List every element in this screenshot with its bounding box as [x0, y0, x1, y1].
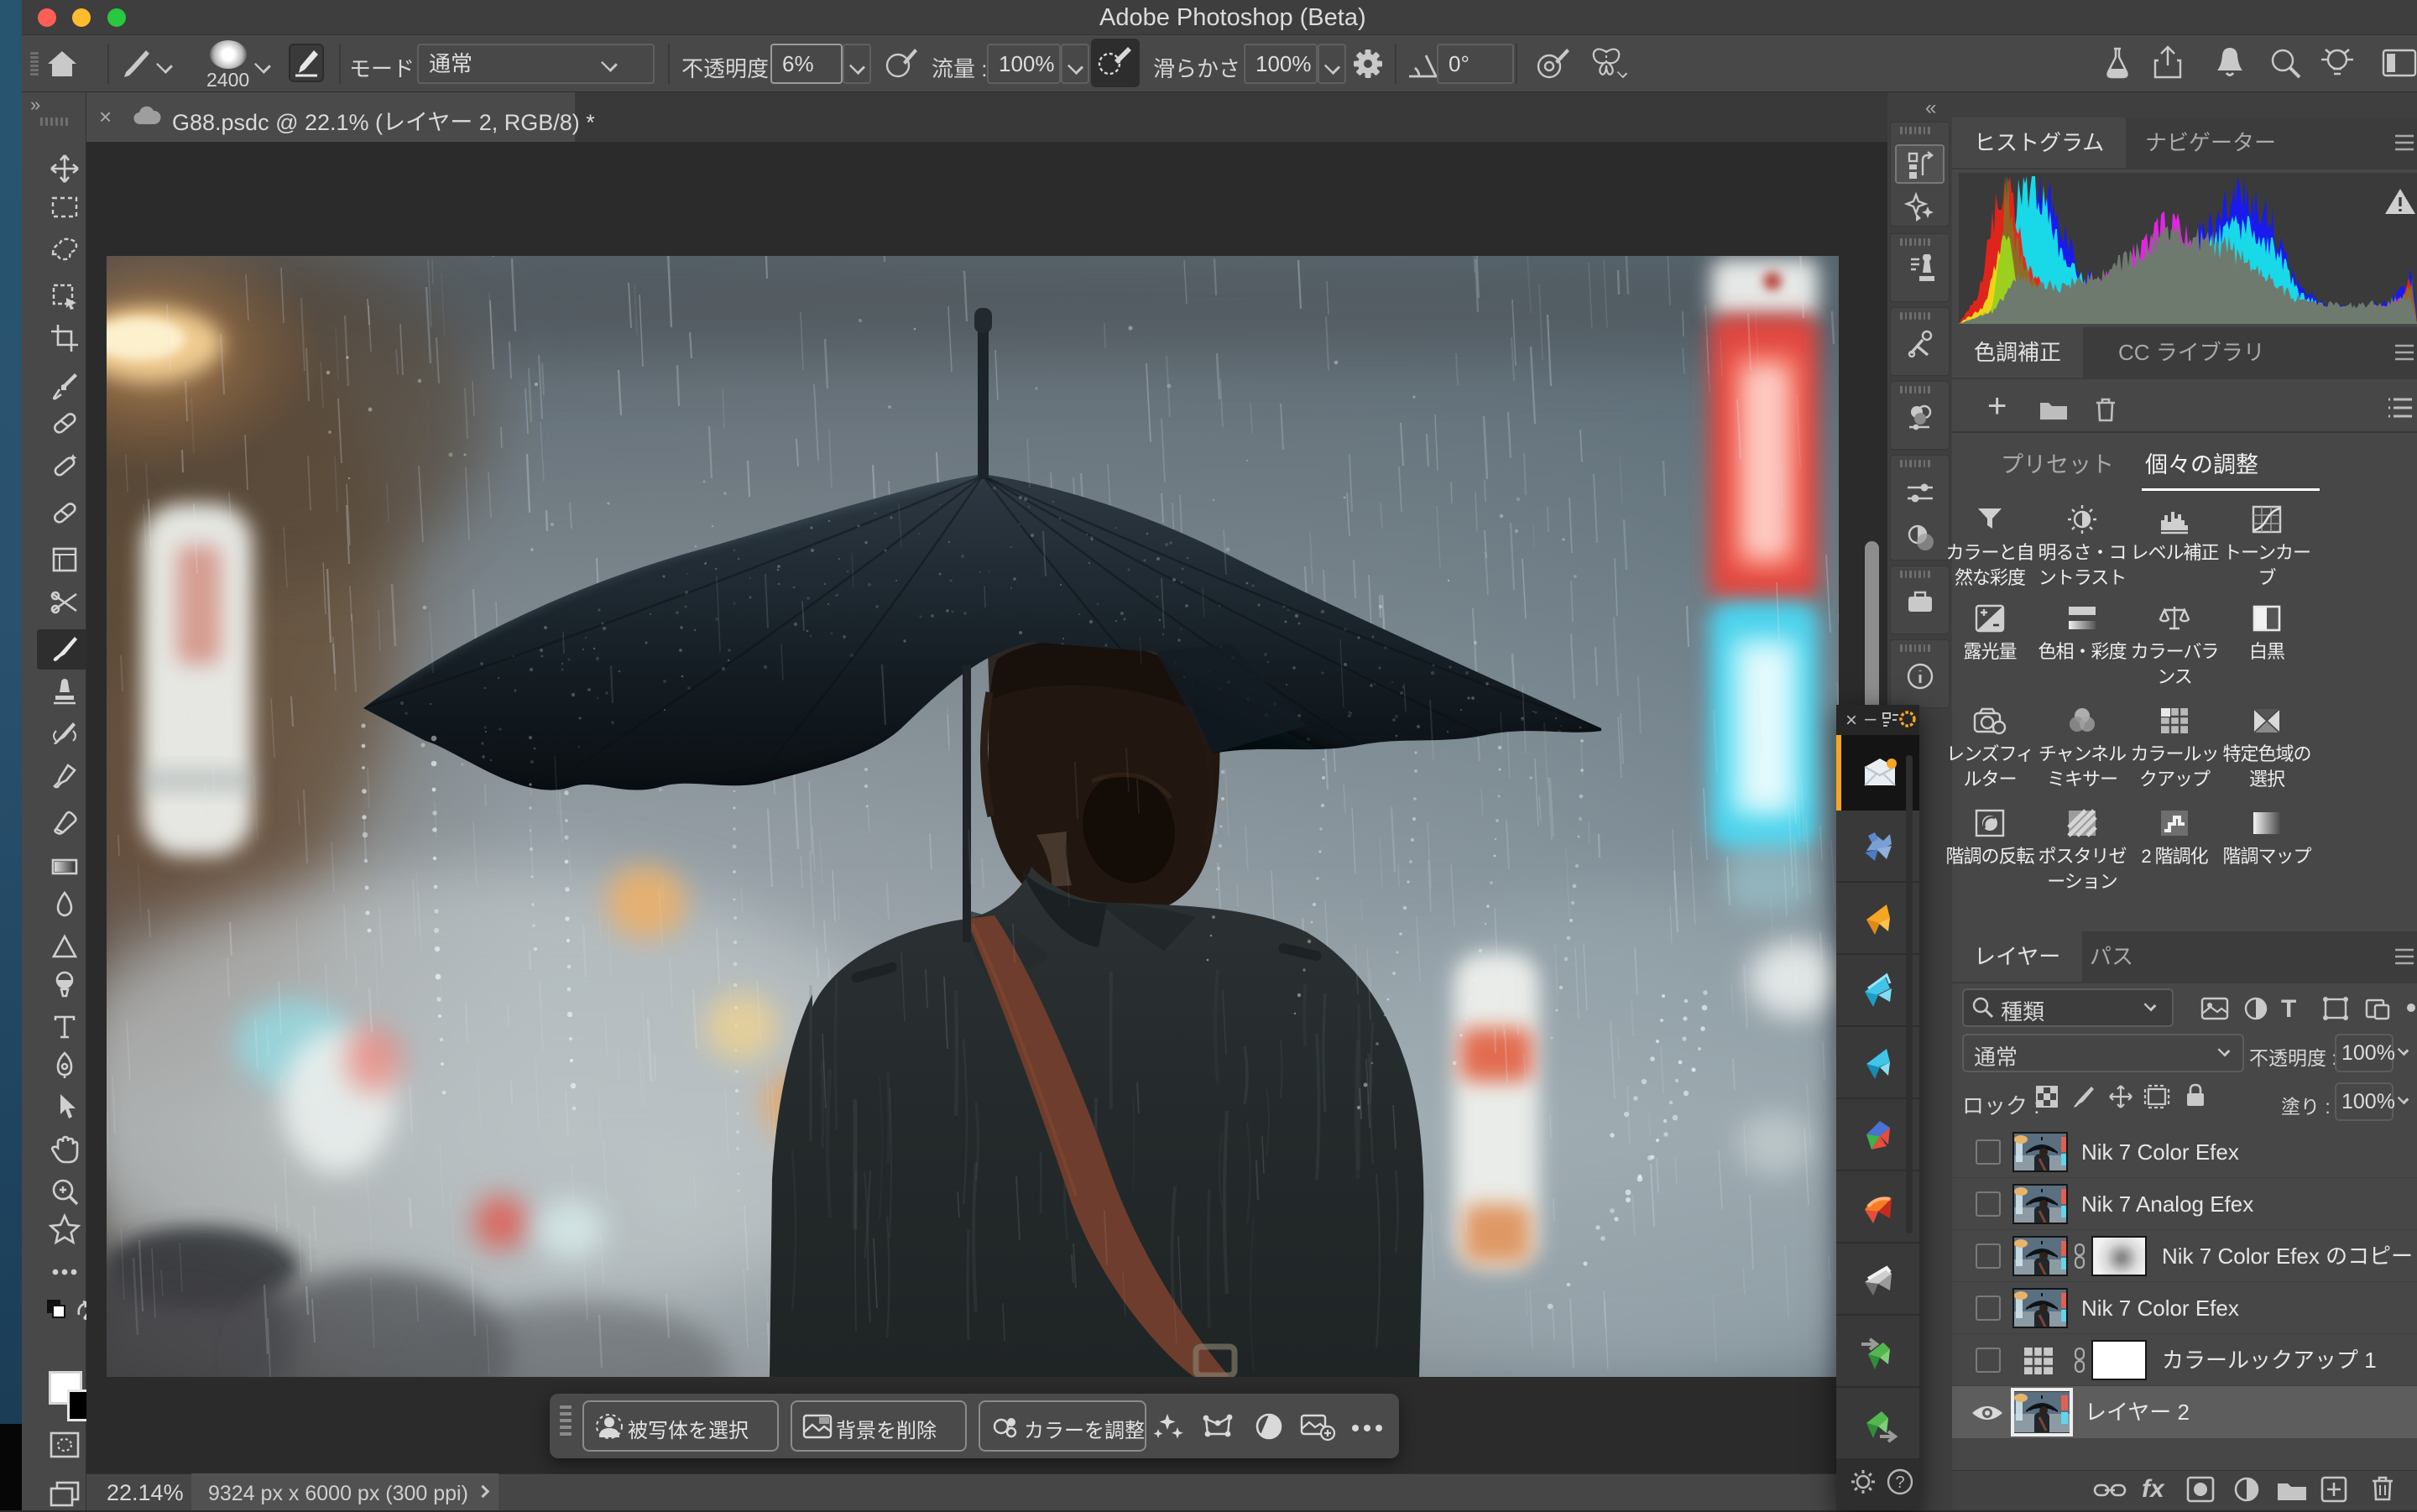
svg-text:?: ? — [1895, 1473, 1904, 1492]
